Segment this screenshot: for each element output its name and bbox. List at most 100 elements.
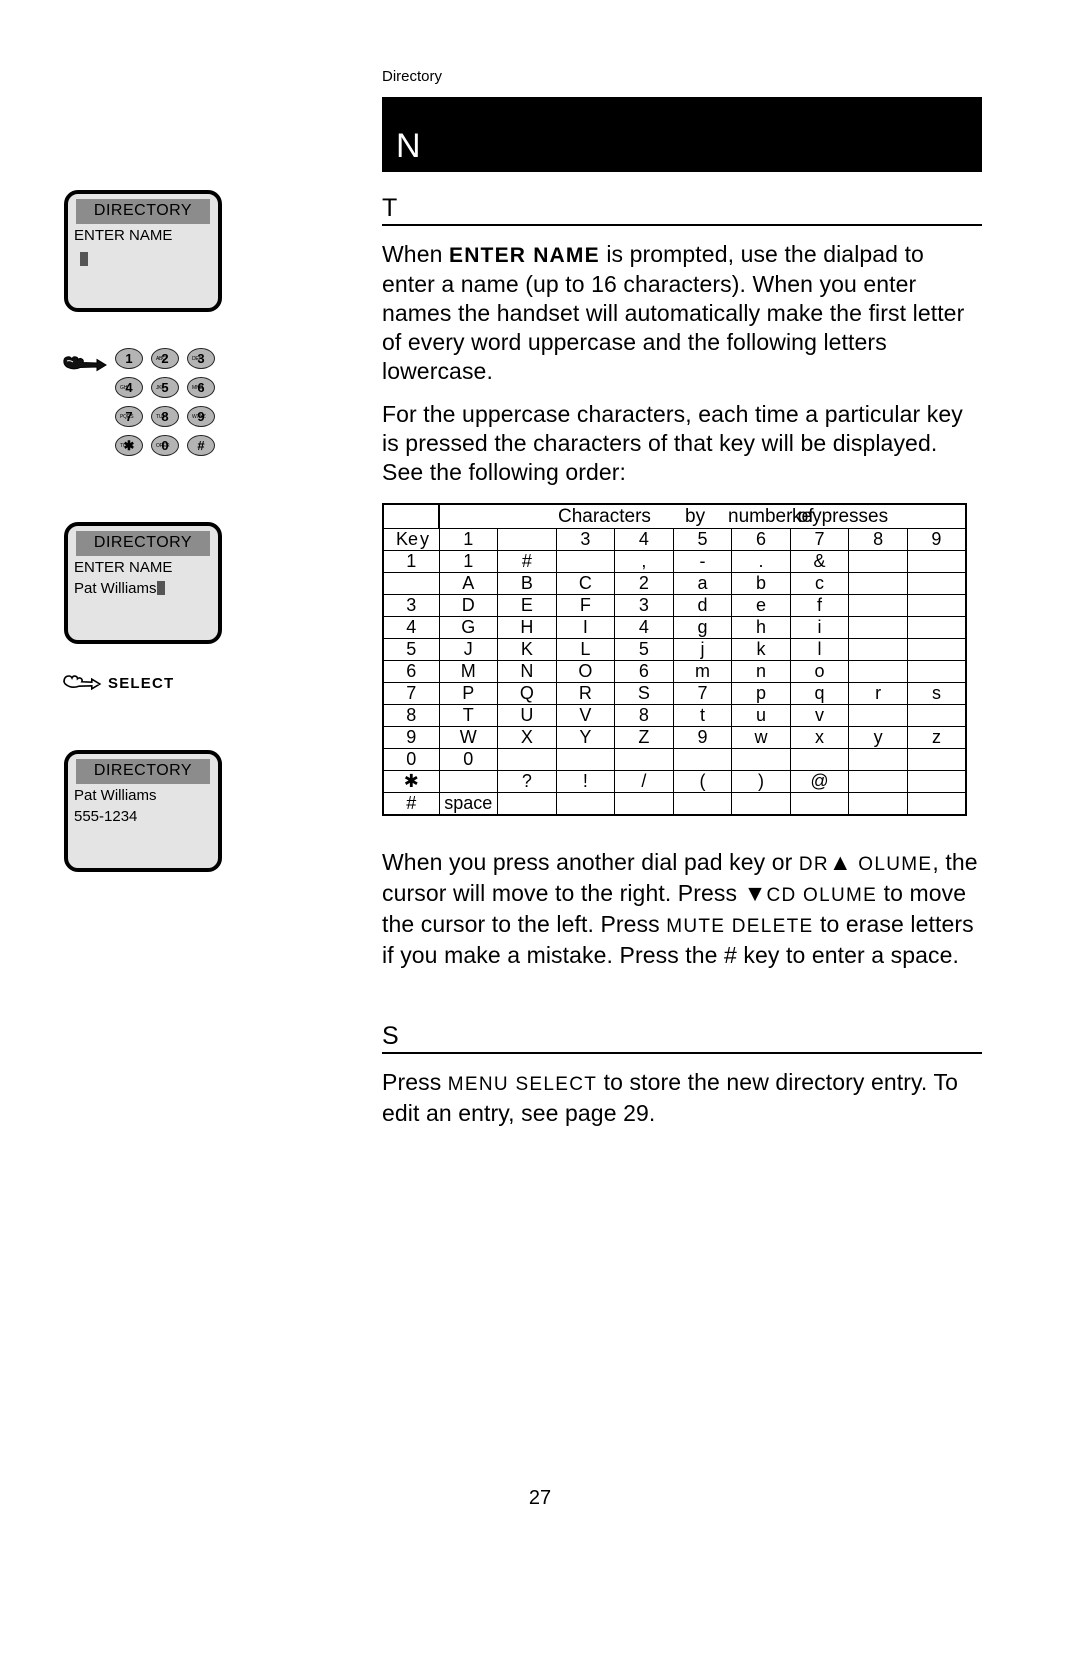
dialpad-key-6[interactable]: MNO 6 [187, 377, 215, 398]
span-header-part-1: Characters [558, 506, 651, 528]
cell [848, 703, 908, 727]
select-label: SELECT [108, 674, 175, 692]
paragraph-4: Press MENU SELECT to store the new direc… [382, 1068, 982, 1128]
cell: s [906, 681, 967, 705]
key-6-letters: MNO [192, 385, 204, 391]
p1-lcd-prompt: ENTER NAME [448, 244, 600, 267]
dialpad-key-9[interactable]: WXYZ 9 [187, 406, 215, 427]
cell [848, 571, 908, 595]
key-7-letters: PQRS [120, 414, 134, 420]
key-hash-digit: # [197, 438, 205, 453]
dialpad[interactable]: 1 ABC 2 DEF 3 GHI 4 JKL 5 MNO 6 PQRS 7 TUV 8 WX… [115, 348, 220, 464]
cell [848, 659, 908, 683]
cell [497, 747, 557, 771]
lcd-3-line2: 555-1234 [74, 808, 138, 825]
lcd-3-line1: Pat Williams [74, 787, 157, 804]
dialpad-row: TONE ✱ OPER 0 # [115, 435, 220, 456]
key-1-digit: 1 [125, 351, 133, 366]
cell: 6 [614, 659, 674, 683]
breadcrumb: Directory [382, 68, 443, 85]
character-keypress-table: Characters by number of keypresses Ke y 1… [382, 503, 967, 816]
cell: z [906, 725, 967, 749]
span-header-key-spacer [382, 503, 440, 528]
dialpad-key-2[interactable]: ABC 2 [151, 348, 179, 369]
lcd-screen-3: DIRECTORY Pat Williams 555-1234 [64, 750, 222, 872]
dialpad-key-0[interactable]: OPER 0 [151, 435, 179, 456]
section-heading-2: S [382, 1022, 982, 1054]
row-key: ✱ [382, 769, 440, 793]
dialpad-key-1[interactable]: 1 [115, 348, 143, 369]
key-label-part-1: Ke [396, 528, 419, 549]
cell: v [789, 703, 850, 727]
cell: W [438, 725, 499, 749]
dialpad-row: GHI 4 JKL 5 MNO 6 [115, 377, 220, 398]
cell: 4 [614, 615, 674, 639]
press-col-header-6: 6 [731, 527, 791, 551]
table-column-header-row: Ke y 1 3 4 5 6 7 8 9 [382, 527, 967, 551]
cell: u [731, 703, 791, 727]
p3-volume-label-down: OLUME [803, 884, 878, 906]
cell: A [438, 571, 499, 595]
dialpad-key-7[interactable]: PQRS 7 [115, 406, 143, 427]
table-row: 9 W X Y Z 9 w x y z [382, 725, 967, 749]
cell: T [438, 703, 499, 727]
cell: R [555, 681, 616, 705]
cell: ( [672, 769, 733, 793]
up-arrow-icon: ▲ [828, 848, 852, 875]
cell: 9 [672, 725, 733, 749]
cell: t [672, 703, 733, 727]
p4-select-label: SELECT [515, 1073, 598, 1095]
row-key: 5 [382, 637, 440, 661]
cell: y [848, 725, 908, 749]
dialpad-key-star[interactable]: TONE ✱ [115, 435, 143, 456]
cell: L [555, 637, 616, 661]
cell: b [731, 571, 791, 595]
cell: w [731, 725, 791, 749]
cell: J [438, 637, 499, 661]
p3-comma: , [932, 848, 939, 875]
p3-part-a: When you press another dial pad key or [382, 848, 799, 875]
p3-dr-label: DR [798, 853, 829, 875]
row-key: 0 [382, 747, 440, 771]
lcd-1-title: DIRECTORY [76, 199, 210, 224]
table-row: A B C 2 a b c [382, 571, 967, 595]
p4-menu-label: MENU [447, 1073, 509, 1095]
cell: ! [555, 769, 616, 793]
cell [789, 747, 850, 771]
cell: m [672, 659, 733, 683]
cell: E [497, 593, 557, 617]
cell [555, 791, 616, 816]
key-0-letters: OPER [156, 443, 170, 449]
dialpad-key-hash[interactable]: # [187, 435, 215, 456]
cell: H [497, 615, 557, 639]
table-row: # space [382, 791, 967, 816]
cell: 5 [614, 637, 674, 661]
dialpad-key-4[interactable]: GHI 4 [115, 377, 143, 398]
cell: j [672, 637, 733, 661]
dialpad-row: PQRS 7 TUV 8 WXYZ 9 [115, 406, 220, 427]
table-row: 0 0 [382, 747, 967, 771]
cell: / [614, 769, 674, 793]
cell: Z [614, 725, 674, 749]
cell: space [438, 791, 499, 816]
down-arrow-icon: ▼ [743, 879, 767, 906]
cell: d [672, 593, 733, 617]
lcd-3-title: DIRECTORY [76, 759, 210, 784]
cell: & [789, 549, 850, 573]
heading-rule [382, 224, 982, 226]
cell: g [672, 615, 733, 639]
pointing-hand-icon [63, 675, 102, 691]
dialpad-key-8[interactable]: TUV 8 [151, 406, 179, 427]
section-heading-2-text: S [382, 1021, 399, 1050]
cell: I [555, 615, 616, 639]
page-number: 27 [528, 1487, 552, 1509]
cell: c [789, 571, 850, 595]
dialpad-key-3[interactable]: DEF 3 [187, 348, 215, 369]
illustration-column: DIRECTORY ENTER NAME 1 ABC 2 DEF 3 GHI 4 JK… [0, 0, 372, 1669]
dialpad-key-5[interactable]: JKL 5 [151, 377, 179, 398]
cell: - [672, 549, 733, 573]
cell [848, 549, 908, 573]
cell: f [789, 593, 850, 617]
cell: M [438, 659, 499, 683]
cell: k [731, 637, 791, 661]
